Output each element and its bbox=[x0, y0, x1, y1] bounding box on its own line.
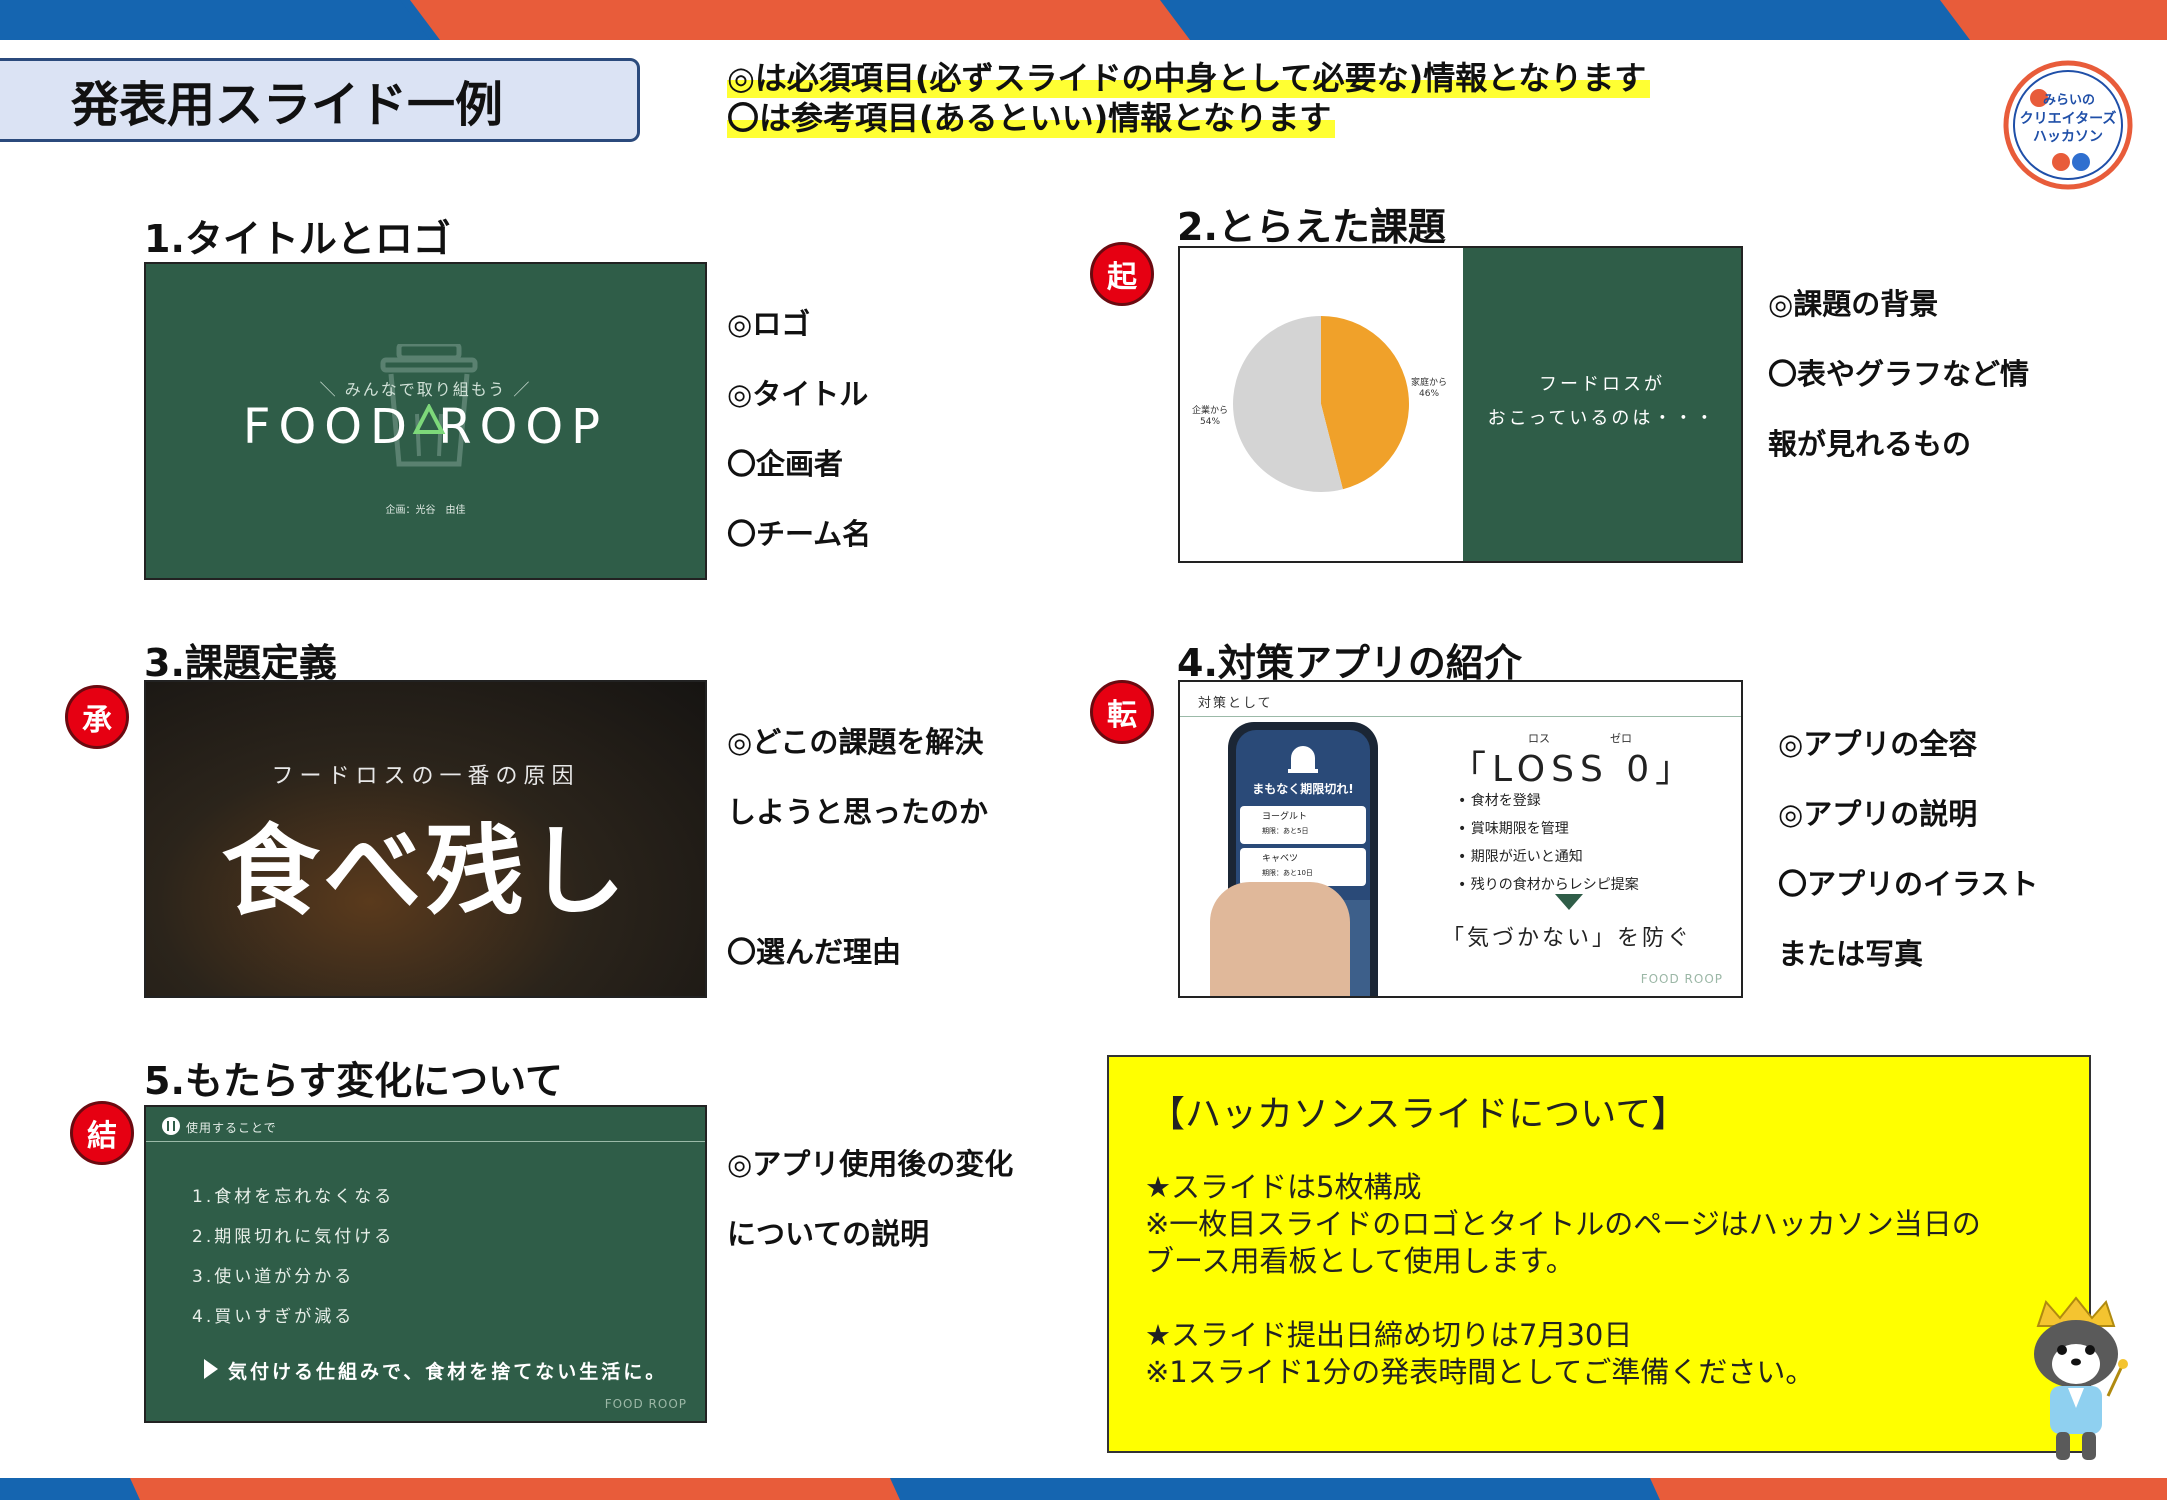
note-item: ◎どこの課題を解決 bbox=[727, 725, 984, 759]
pie-label-household: 家庭から 46% bbox=[1411, 378, 1448, 399]
slide-4-footer-logo: FOOD ROOP bbox=[1640, 972, 1723, 986]
stage-badge-ten: 転 bbox=[1090, 680, 1154, 744]
info-line: ※1スライド1分の発表時間としてご準備ください。 bbox=[1145, 1355, 1815, 1389]
slide-1-tagline: ＼ みんなで取り組もう ／ bbox=[319, 380, 532, 399]
note-item: 〇アプリのイラスト bbox=[1778, 867, 2039, 901]
info-body: ★スライドは5枚構成 ※一枚目スライドのロゴとタイトルのページはハッカソン当日の… bbox=[1145, 1169, 1981, 1391]
slide-4-header: 対策として bbox=[1198, 696, 1273, 711]
section-4-notes: ◎アプリの全容 ◎アプリの説明 〇アプリのイラスト または写真 bbox=[1778, 692, 2038, 1007]
change-item: 2.期限切れに気付ける bbox=[192, 1227, 395, 1247]
slide-4-tagline: 「気づかない」を防ぐ bbox=[1442, 926, 1693, 951]
info-line: ※一枚目スライドのロゴとタイトルのページはハッカソン当日の bbox=[1145, 1207, 1981, 1241]
note-item: 〇企画者 bbox=[727, 447, 844, 481]
note-item: ◎ロゴ bbox=[727, 307, 811, 341]
bottom-stripe bbox=[0, 1478, 2167, 1500]
divider bbox=[146, 1141, 705, 1142]
legend-optional: 〇は参考項目(あるといい)情報となります bbox=[727, 98, 1336, 138]
section-1-title: 1.タイトルとロゴ bbox=[144, 217, 451, 261]
legend-required: ◎は必須項目(必ずスライドの中身として必要な)情報となります bbox=[727, 58, 1651, 98]
note-item: 〇表やグラフなど情 bbox=[1768, 357, 2030, 391]
logo-text-1: みらいの bbox=[2043, 93, 2095, 108]
cutlery-icon bbox=[162, 1117, 180, 1135]
slide-2-thumbnail: 家庭から 46% 企業から 54% フードロスが おこっているのは・・・ bbox=[1178, 246, 1743, 563]
slide-2-text-1: フードロスが bbox=[1539, 374, 1665, 395]
change-item: 4.買いすぎが減る bbox=[192, 1307, 355, 1327]
section-2-title: 2.とらえた課題 bbox=[1177, 205, 1446, 249]
alarm-icon bbox=[1288, 746, 1318, 773]
slide-3-thumbnail: フードロスの一番の原因 食べ残し bbox=[144, 680, 707, 998]
change-item: 1.食材を忘れなくなる bbox=[192, 1187, 395, 1207]
legend-notes: ◎は必須項目(必ずスライドの中身として必要な)情報となります 〇は参考項目(ある… bbox=[727, 58, 1651, 138]
section-1-notes: ◎ロゴ ◎タイトル 〇企画者 〇チーム名 bbox=[727, 272, 871, 587]
slide-2-text-2: おこっているのは・・・ bbox=[1487, 408, 1717, 429]
section-3-notes: ◎どこの課題を解決 しようと思ったのか 〇選んだ理由 bbox=[727, 690, 988, 1005]
slide-2-chart-panel: 家庭から 46% 企業から 54% bbox=[1180, 248, 1463, 561]
note-item: 〇チーム名 bbox=[727, 517, 872, 551]
slide-4-thumbnail: 対策として まもなく期限切れ! ヨーグルト 期限：あと5日 キャベツ 期限：あと… bbox=[1178, 680, 1743, 998]
slide-3-main-text: 食べ残し bbox=[221, 815, 630, 929]
page-title: 発表用スライド一例 bbox=[0, 58, 640, 142]
slide-1-thumbnail: ＼ みんなで取り組もう ／ FOOD ROOP 企画：光谷 由佳 bbox=[144, 262, 707, 580]
phone-item-1: ヨーグルト 期限：あと5日 bbox=[1240, 806, 1366, 844]
slide-1-planner: 企画：光谷 由佳 bbox=[385, 505, 466, 516]
divider bbox=[1180, 716, 1741, 717]
change-list: 1.食材を忘れなくなる 2.期限切れに気付ける 3.使い道が分かる 4.買いすぎ… bbox=[192, 1177, 394, 1337]
slide-5-header: 使用することで bbox=[186, 1121, 277, 1135]
top-stripe bbox=[0, 0, 2167, 40]
slide-3-subtitle: フードロスの一番の原因 bbox=[271, 764, 580, 789]
note-item: ◎アプリ使用後の変化 bbox=[727, 1147, 1014, 1181]
pie-chart bbox=[1233, 316, 1410, 492]
feature-list: • 食材を登録 • 賞味期限を管理 • 期限が近いと通知 • 残りの食材からレシ… bbox=[1458, 787, 1639, 899]
down-triangle-icon bbox=[1555, 894, 1583, 910]
play-arrow-icon bbox=[204, 1359, 218, 1379]
section-2-notes: ◎課題の背景 〇表やグラフなど情 報が見れるもの bbox=[1768, 252, 2029, 497]
note-item: または写真 bbox=[1778, 937, 1924, 971]
slide-2-text-panel: フードロスが おこっているのは・・・ bbox=[1463, 248, 1741, 561]
slide-5-footer-logo: FOOD ROOP bbox=[604, 1397, 687, 1411]
info-line: ★スライド提出日締め切りは7月30日 bbox=[1145, 1318, 1633, 1352]
logo-text-3: ハッカソン bbox=[2033, 129, 2103, 145]
feature-item: • 残りの食材からレシピ提案 bbox=[1458, 877, 1639, 893]
mascot-dog-illustration bbox=[2034, 1296, 2128, 1460]
logo-text-2: クリエイターズ bbox=[2020, 110, 2117, 127]
stage-badge-ki: 起 bbox=[1090, 242, 1154, 306]
note-item: ◎アプリの全容 bbox=[1778, 727, 1978, 761]
hackathon-info-box: 【ハッカソンスライドについて】 ★スライドは5枚構成 ※一枚目スライドのロゴとタ… bbox=[1107, 1055, 2091, 1453]
note-item: についての説明 bbox=[727, 1217, 930, 1251]
stage-badge-sho: 承 bbox=[65, 685, 129, 749]
recycle-icon bbox=[412, 404, 446, 434]
note-item: 〇選んだ理由 bbox=[727, 935, 902, 969]
hand-illustration bbox=[1210, 882, 1350, 996]
section-4-title: 4.対策アプリの紹介 bbox=[1177, 641, 1522, 685]
section-5-title: 5.もたらす変化について bbox=[144, 1059, 563, 1103]
change-item: 3.使い道が分かる bbox=[192, 1267, 355, 1287]
section-3-title: 3.課題定義 bbox=[144, 641, 337, 685]
slide-5-tagline: 気付ける仕組みで、食材を捨てない生活に。 bbox=[228, 1361, 668, 1383]
note-item: ◎アプリの説明 bbox=[1778, 797, 1978, 831]
info-title: 【ハッカソンスライドについて】 bbox=[1149, 1094, 1688, 1135]
section-5-notes: ◎アプリ使用後の変化 についての説明 bbox=[727, 1112, 1013, 1287]
feature-item: • 賞味期限を管理 bbox=[1458, 821, 1569, 837]
note-item: 報が見れるもの bbox=[1768, 427, 1972, 461]
note-item: ◎タイトル bbox=[727, 377, 869, 411]
feature-item: • 期限が近いと通知 bbox=[1458, 849, 1583, 865]
slide-5-thumbnail: 使用することで 1.食材を忘れなくなる 2.期限切れに気付ける 3.使い道が分か… bbox=[144, 1105, 707, 1423]
phone-alert: まもなく期限切れ! bbox=[1252, 782, 1354, 796]
feature-item: • 食材を登録 bbox=[1458, 793, 1541, 809]
note-item: ◎課題の背景 bbox=[1768, 287, 1939, 321]
pie-label-business: 企業から 54% bbox=[1192, 406, 1229, 427]
info-line: ブース用看板として使用します。 bbox=[1145, 1244, 1575, 1278]
note-item: しようと思ったのか bbox=[727, 795, 989, 829]
info-line: ★スライドは5枚構成 bbox=[1145, 1170, 1422, 1204]
hackathon-logo: みらいの クリエイターズ ハッカソン bbox=[2003, 60, 2133, 190]
stage-badge-ketsu: 結 bbox=[70, 1101, 134, 1165]
app-name: 「LOSS 0」 bbox=[1450, 749, 1698, 790]
phone-item-2: キャベツ 期限：あと10日 bbox=[1240, 848, 1366, 886]
note-spacer bbox=[727, 865, 988, 900]
